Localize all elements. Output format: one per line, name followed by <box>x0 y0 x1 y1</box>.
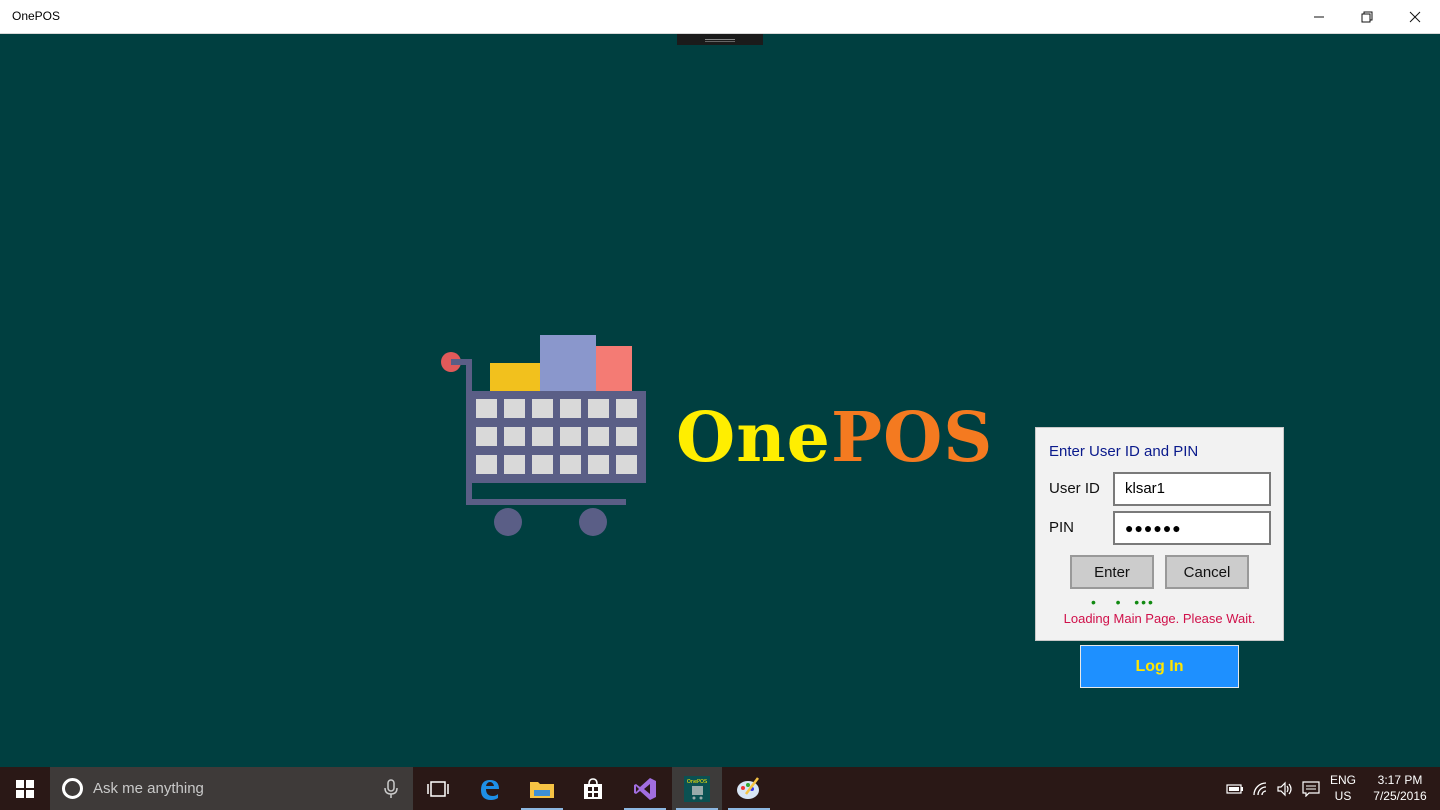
speaker-icon <box>1277 781 1292 796</box>
cancel-button[interactable]: Cancel <box>1165 555 1249 589</box>
battery-tray-button[interactable] <box>1222 767 1248 810</box>
taskbar-store[interactable] <box>568 767 618 810</box>
taskbar-clock[interactable]: 3:17 PM 7/25/2016 <box>1362 772 1438 804</box>
task-view-button[interactable] <box>413 767 463 810</box>
drag-handle[interactable] <box>677 34 763 45</box>
minimize-icon <box>1314 16 1324 17</box>
taskbar-paint[interactable] <box>724 767 774 810</box>
search-box[interactable]: Ask me anything <box>50 767 413 810</box>
login-panel-title: Enter User ID and PIN <box>1049 443 1199 460</box>
pin-input[interactable]: ●●●●●● <box>1113 511 1271 545</box>
cortana-icon <box>62 778 83 799</box>
action-center-button[interactable] <box>1298 767 1324 810</box>
onepos-app-icon: OnePOS <box>684 775 710 802</box>
shopping-cart-logo-icon <box>441 335 646 536</box>
volume-tray-button[interactable] <box>1272 767 1298 810</box>
taskbar: Ask me anything OnePOS ENG US 3:17 PM 7/… <box>0 767 1440 810</box>
user-id-input[interactable]: klsar1 <box>1113 472 1271 506</box>
edge-browser-icon <box>481 779 499 800</box>
close-icon <box>1409 11 1421 22</box>
search-placeholder: Ask me anything <box>93 780 204 797</box>
taskbar-file-explorer[interactable] <box>517 767 567 810</box>
status-message: Loading Main Page. Please Wait. <box>1063 611 1256 626</box>
login-panel: Enter User ID and PIN User ID klsar1 PIN… <box>1035 427 1284 641</box>
onepos-icon-label: OnePOS <box>687 779 707 785</box>
battery-icon <box>1226 783 1243 794</box>
logo-text-pos: POS <box>830 398 994 478</box>
paint-palette-icon <box>737 776 759 799</box>
logo-text-one: One <box>676 398 831 478</box>
start-button[interactable] <box>0 767 50 810</box>
app-logo-text: OnePOS <box>676 398 993 478</box>
language-code: ENG <box>1329 773 1356 787</box>
clock-date: 7/25/2016 <box>1373 789 1427 803</box>
progress-dots: • • ••• <box>1091 594 1155 610</box>
title-bar: OnePOS <box>0 0 1440 34</box>
folder-icon <box>530 781 554 798</box>
language-region: US <box>1334 789 1352 803</box>
network-tray-button[interactable] <box>1248 767 1274 810</box>
store-bag-icon <box>584 777 602 799</box>
taskbar-onepos[interactable]: OnePOS <box>672 767 722 810</box>
clock-time: 3:17 PM <box>1377 773 1423 787</box>
microphone-icon[interactable] <box>382 779 400 799</box>
window-title: OnePOS <box>12 9 61 23</box>
visual-studio-icon <box>634 777 656 800</box>
input-language[interactable]: ENG US <box>1326 772 1360 804</box>
pin-label: PIN <box>1049 519 1075 536</box>
taskbar-visual-studio[interactable] <box>620 767 670 810</box>
restore-icon <box>1361 11 1373 22</box>
wifi-icon <box>1253 781 1267 795</box>
log-in-button[interactable]: Log In <box>1080 645 1239 688</box>
taskbar-edge[interactable] <box>465 767 515 810</box>
enter-button[interactable]: Enter <box>1070 555 1154 589</box>
restore-button[interactable] <box>1344 0 1390 33</box>
windows-logo-icon <box>16 779 34 798</box>
close-button[interactable] <box>1392 0 1438 33</box>
notification-icon <box>1302 780 1320 797</box>
minimize-button[interactable] <box>1296 0 1342 33</box>
user-id-label: User ID <box>1049 480 1100 497</box>
task-view-icon <box>427 780 449 797</box>
